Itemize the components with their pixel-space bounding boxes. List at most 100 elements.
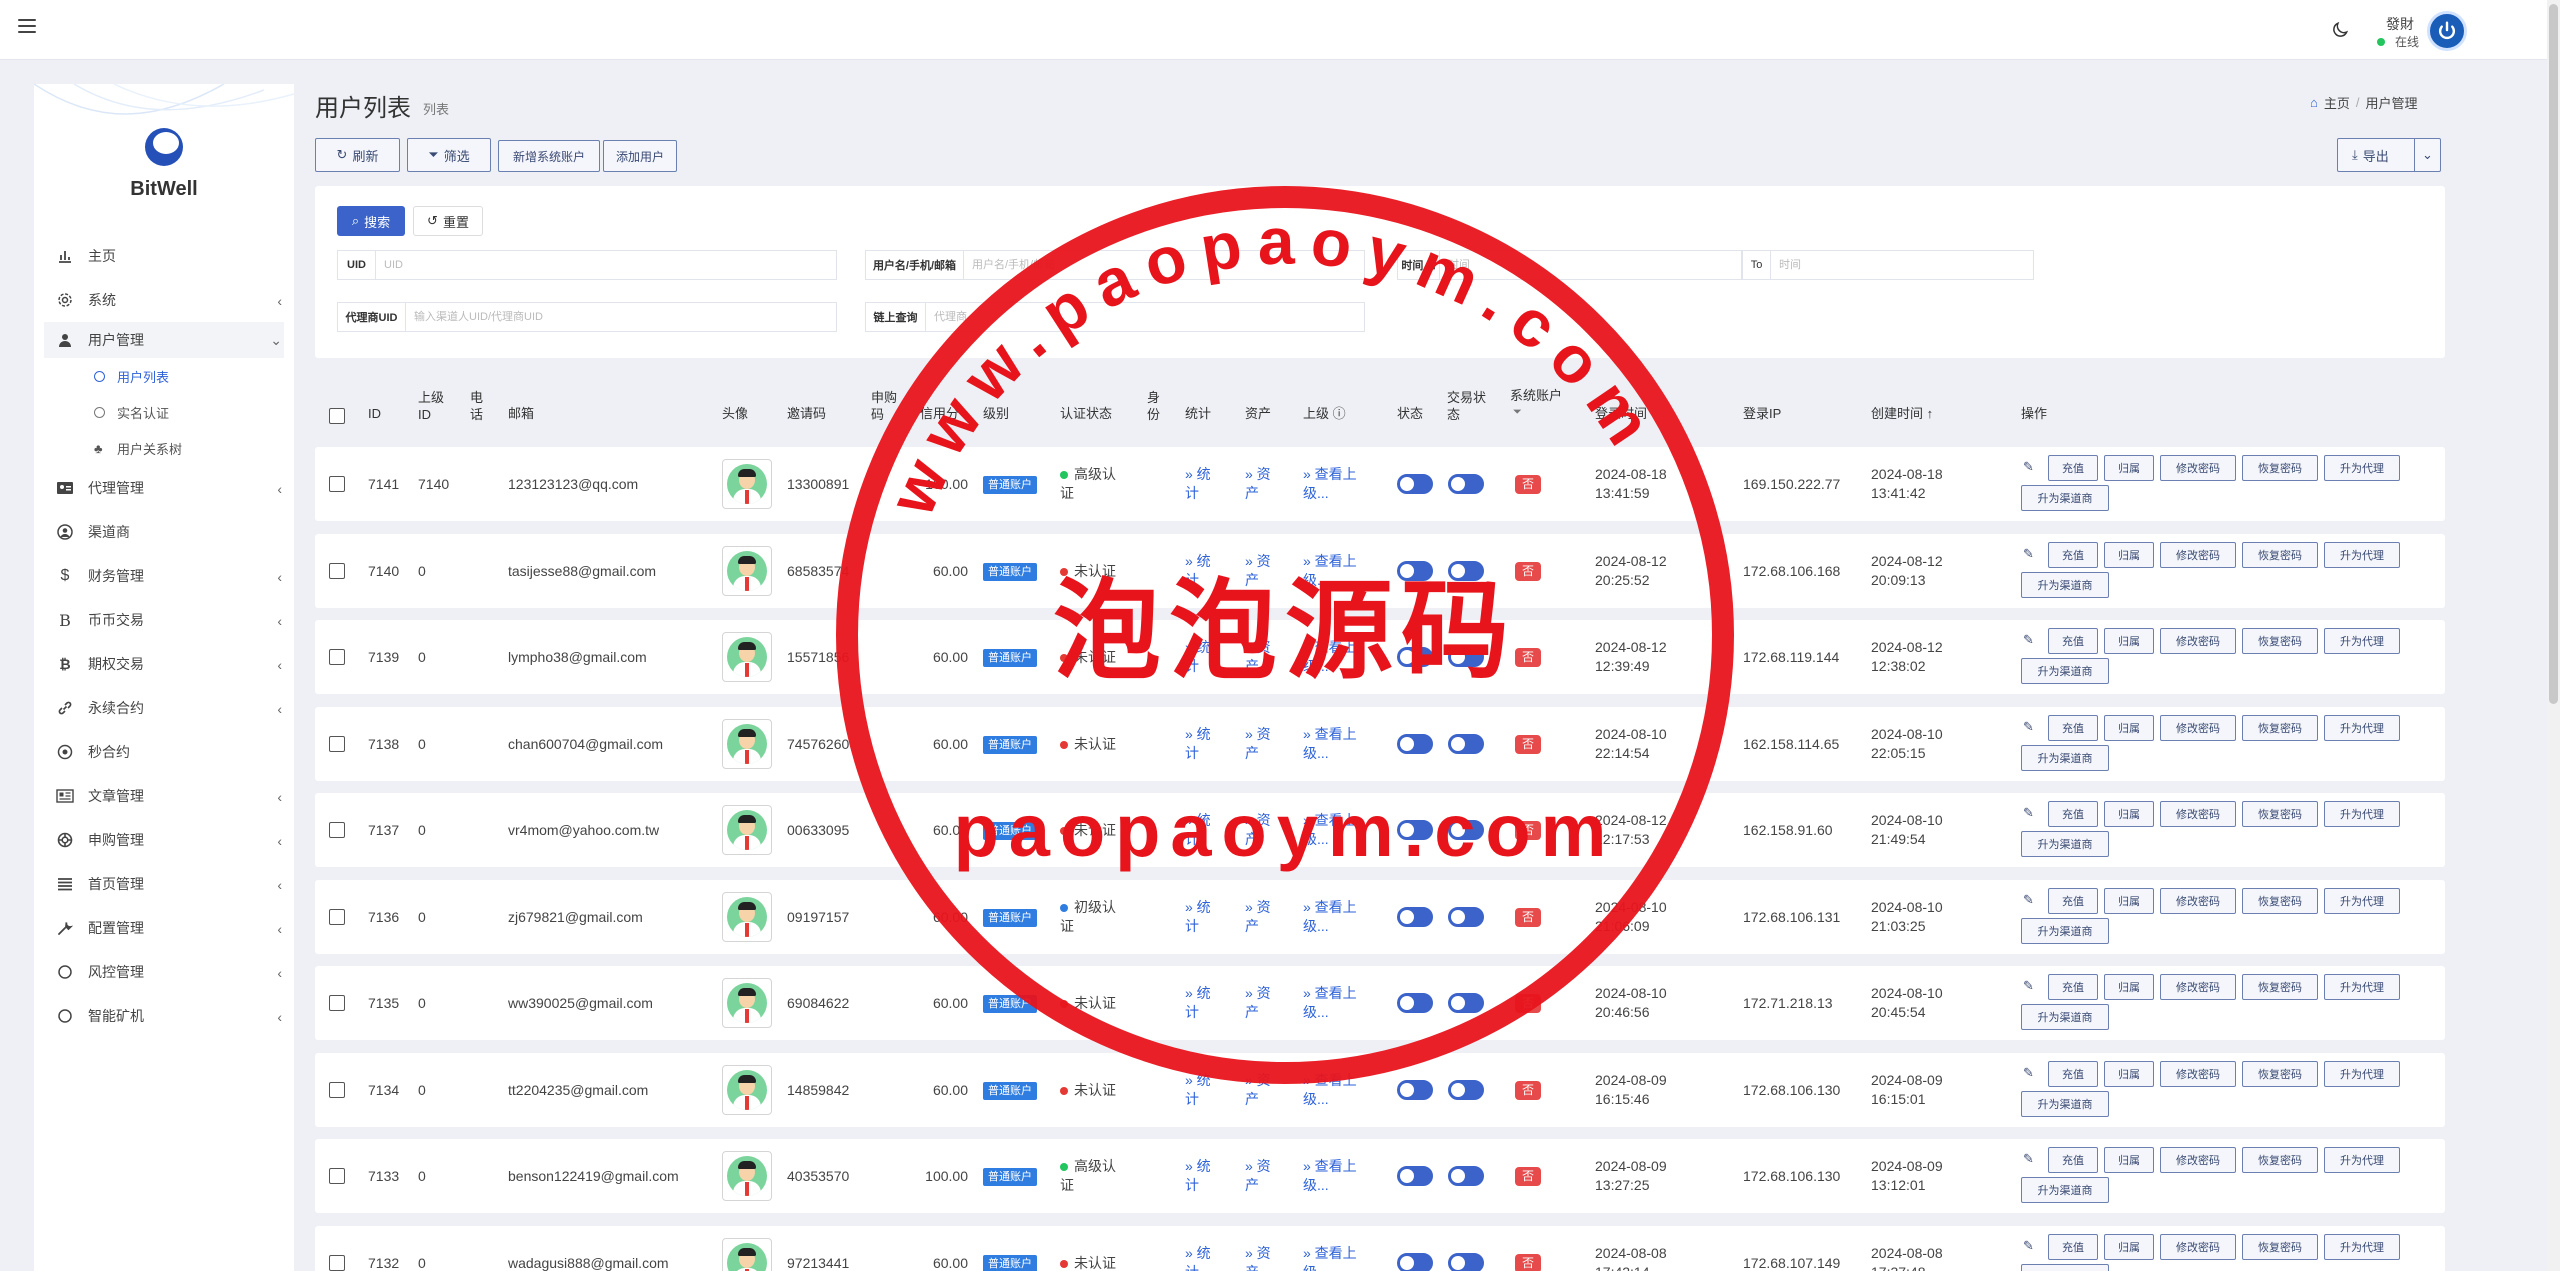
col-created-time[interactable]: 创建时间 ↑ bbox=[1871, 406, 1933, 422]
view-superior-link-2[interactable]: 级... bbox=[1303, 657, 1329, 676]
col-apply-code-a[interactable]: 申购 bbox=[871, 390, 897, 406]
view-superior-link[interactable]: » 查看上 bbox=[1303, 811, 1357, 830]
recharge-button[interactable]: 充值 bbox=[2048, 628, 2098, 654]
user-avatar-image[interactable] bbox=[722, 632, 772, 682]
row-checkbox[interactable] bbox=[329, 909, 345, 925]
assets-link-2[interactable]: 产 bbox=[1245, 1176, 1259, 1195]
chain-query-input[interactable] bbox=[926, 303, 1364, 331]
restore-password-button[interactable]: 恢复密码 bbox=[2242, 1061, 2318, 1087]
change-password-button[interactable]: 修改密码 bbox=[2160, 1061, 2236, 1087]
view-superior-link-2[interactable]: 级... bbox=[1303, 744, 1329, 763]
status-toggle[interactable] bbox=[1397, 993, 1433, 1013]
assign-button[interactable]: 归属 bbox=[2104, 542, 2154, 568]
restore-password-button[interactable]: 恢复密码 bbox=[2242, 715, 2318, 741]
recharge-button[interactable]: 充值 bbox=[2048, 542, 2098, 568]
user-avatar-image[interactable] bbox=[722, 892, 772, 942]
recharge-button[interactable]: 充值 bbox=[2048, 888, 2098, 914]
upgrade-agent-button[interactable]: 升为代理 bbox=[2324, 542, 2400, 568]
upgrade-channel-button[interactable]: 升为渠道商 bbox=[2021, 831, 2109, 857]
menu-toggle-icon[interactable] bbox=[18, 19, 36, 35]
trade-status-toggle[interactable] bbox=[1448, 474, 1484, 494]
assign-button[interactable]: 归属 bbox=[2104, 888, 2154, 914]
sidebar-subitem-relation-tree[interactable]: ♣ 用户关系树 bbox=[34, 430, 294, 466]
stats-link[interactable]: » 统 bbox=[1185, 811, 1211, 830]
sidebar-item-config[interactable]: 配置管理 ‹ bbox=[34, 906, 294, 950]
upgrade-agent-button[interactable]: 升为代理 bbox=[2324, 1147, 2400, 1173]
stats-link-2[interactable]: 计 bbox=[1185, 1263, 1199, 1271]
edit-icon[interactable]: ✎ bbox=[2023, 1238, 2034, 1254]
filter-funnel-icon[interactable]: ⏷ bbox=[1513, 404, 1522, 420]
row-checkbox[interactable] bbox=[329, 476, 345, 492]
trade-status-toggle[interactable] bbox=[1448, 820, 1484, 840]
col-apply-code-b[interactable]: 码 bbox=[871, 407, 884, 423]
restore-password-button[interactable]: 恢复密码 bbox=[2242, 1147, 2318, 1173]
view-superior-link-2[interactable]: 级... bbox=[1303, 571, 1329, 590]
assets-link[interactable]: » 资 bbox=[1245, 1244, 1271, 1263]
assign-button[interactable]: 归属 bbox=[2104, 801, 2154, 827]
assets-link[interactable]: » 资 bbox=[1245, 811, 1271, 830]
stats-link-2[interactable]: 计 bbox=[1185, 484, 1199, 503]
col-trade-status-b[interactable]: 态 bbox=[1447, 407, 1460, 423]
col-phone-a[interactable]: 电 bbox=[470, 390, 483, 406]
filter-button[interactable]: ⏷ 筛选 bbox=[407, 138, 491, 172]
status-toggle[interactable] bbox=[1397, 561, 1433, 581]
view-superior-link[interactable]: » 查看上 bbox=[1303, 638, 1357, 657]
agent-uid-input[interactable] bbox=[406, 303, 836, 331]
change-password-button[interactable]: 修改密码 bbox=[2160, 1147, 2236, 1173]
trade-status-toggle[interactable] bbox=[1448, 1253, 1484, 1271]
user-avatar-image[interactable] bbox=[722, 719, 772, 769]
logo-text[interactable]: BitWell bbox=[34, 178, 294, 201]
col-id[interactable]: ID bbox=[368, 406, 381, 422]
select-all-checkbox[interactable] bbox=[329, 408, 345, 424]
edit-icon[interactable]: ✎ bbox=[2023, 719, 2034, 735]
assets-link-2[interactable]: 产 bbox=[1245, 657, 1259, 676]
change-password-button[interactable]: 修改密码 bbox=[2160, 801, 2236, 827]
upgrade-agent-button[interactable]: 升为代理 bbox=[2324, 1061, 2400, 1087]
restore-password-button[interactable]: 恢复密码 bbox=[2242, 628, 2318, 654]
stats-link[interactable]: » 统 bbox=[1185, 1071, 1211, 1090]
status-toggle[interactable] bbox=[1397, 1166, 1433, 1186]
row-checkbox[interactable] bbox=[329, 649, 345, 665]
sidebar-item-subscription[interactable]: 申购管理 ‹ bbox=[34, 818, 294, 862]
view-superior-link[interactable]: » 查看上 bbox=[1303, 725, 1357, 744]
stats-link-2[interactable]: 计 bbox=[1185, 830, 1199, 849]
view-superior-link-2[interactable]: 级... bbox=[1303, 917, 1329, 936]
stats-link-2[interactable]: 计 bbox=[1185, 1090, 1199, 1109]
sidebar-item-user-management[interactable]: 用户管理 ⌄ bbox=[44, 322, 284, 358]
row-checkbox[interactable] bbox=[329, 1168, 345, 1184]
upgrade-channel-button[interactable]: 升为渠道商 bbox=[2021, 1264, 2109, 1271]
upgrade-agent-button[interactable]: 升为代理 bbox=[2324, 628, 2400, 654]
bitwell-logo-icon[interactable] bbox=[145, 128, 183, 166]
assign-button[interactable]: 归属 bbox=[2104, 455, 2154, 481]
recharge-button[interactable]: 充值 bbox=[2048, 1234, 2098, 1260]
view-superior-link-2[interactable]: 级... bbox=[1303, 1090, 1329, 1109]
recharge-button[interactable]: 充值 bbox=[2048, 715, 2098, 741]
scrollbar-thumb[interactable] bbox=[2549, 4, 2558, 704]
col-identity-b[interactable]: 份 bbox=[1147, 407, 1160, 423]
col-email[interactable]: 邮箱 bbox=[508, 406, 534, 422]
upgrade-channel-button[interactable]: 升为渠道商 bbox=[2021, 1004, 2109, 1030]
upgrade-agent-button[interactable]: 升为代理 bbox=[2324, 455, 2400, 481]
trade-status-toggle[interactable] bbox=[1448, 993, 1484, 1013]
col-invite-code[interactable]: 邀请码 bbox=[787, 406, 826, 422]
restore-password-button[interactable]: 恢复密码 bbox=[2242, 542, 2318, 568]
assets-link[interactable]: » 资 bbox=[1245, 1157, 1271, 1176]
change-password-button[interactable]: 修改密码 bbox=[2160, 1234, 2236, 1260]
col-login-time[interactable]: 登录时间 bbox=[1595, 406, 1647, 422]
sidebar-item-articles[interactable]: 文章管理 ‹ bbox=[34, 774, 294, 818]
col-parent-id-b[interactable]: ID bbox=[418, 407, 431, 423]
status-toggle[interactable] bbox=[1397, 820, 1433, 840]
recharge-button[interactable]: 充值 bbox=[2048, 1061, 2098, 1087]
upgrade-channel-button[interactable]: 升为渠道商 bbox=[2021, 658, 2109, 684]
user-avatar-image[interactable] bbox=[722, 978, 772, 1028]
edit-icon[interactable]: ✎ bbox=[2023, 632, 2034, 648]
change-password-button[interactable]: 修改密码 bbox=[2160, 542, 2236, 568]
recharge-button[interactable]: 充值 bbox=[2048, 1147, 2098, 1173]
status-toggle[interactable] bbox=[1397, 734, 1433, 754]
view-superior-link[interactable]: » 查看上 bbox=[1303, 898, 1357, 917]
restore-password-button[interactable]: 恢复密码 bbox=[2242, 455, 2318, 481]
assign-button[interactable]: 归属 bbox=[2104, 628, 2154, 654]
assets-link-2[interactable]: 产 bbox=[1245, 484, 1259, 503]
user-avatar[interactable] bbox=[2427, 11, 2467, 51]
breadcrumb-home-icon[interactable]: ⌂ bbox=[2310, 95, 2318, 110]
